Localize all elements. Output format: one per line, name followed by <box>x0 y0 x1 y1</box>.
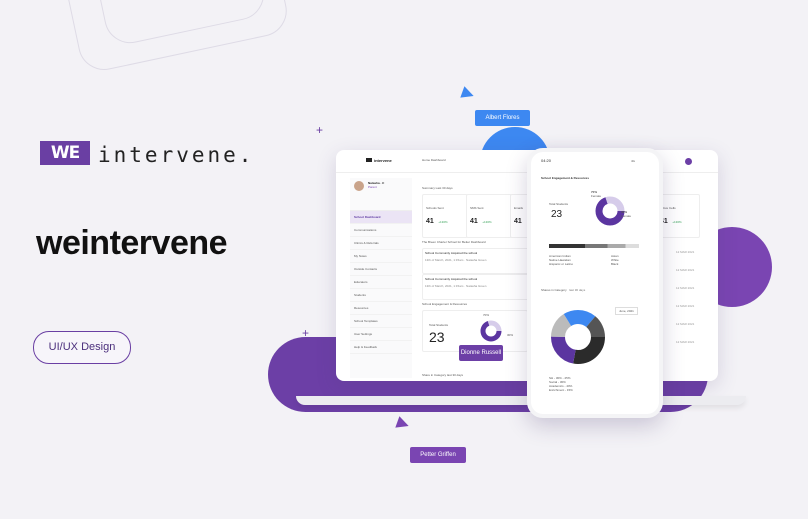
engagement-title: School Engagement & Resources <box>422 302 468 306</box>
avatar[interactable] <box>685 158 692 165</box>
sidebar-item-communications[interactable]: Communications <box>350 224 412 237</box>
logo-wordmark: intervene. <box>98 143 255 167</box>
collaborator-label-bottom: Petter Griffen <box>410 447 466 463</box>
laptop-sidebar: Natasha . C Parent School Dashboard Comm… <box>350 178 412 378</box>
phone-bar <box>549 244 639 248</box>
donut-label-a: 70% <box>483 313 490 317</box>
sidebar-item-notes[interactable]: My Notes <box>350 250 412 263</box>
brand-logo-icon: WE <box>40 141 90 165</box>
stat-delta: +130% <box>482 220 492 224</box>
legend-item: Black <box>611 262 619 266</box>
cursor-arrow-icon <box>460 86 476 102</box>
collaborator-label-middle: Dionne Russell <box>459 345 503 361</box>
user-avatar <box>354 181 364 191</box>
recent-item-title: School Community Acquired the school <box>425 251 478 255</box>
tag-button[interactable]: UI/UX Design <box>33 331 131 364</box>
sidebar-item-help[interactable]: Help & Feedback <box>350 341 412 354</box>
stat-value: 41 <box>470 218 478 225</box>
share-range[interactable]: last 30 days <box>569 288 585 292</box>
recent-item[interactable]: School Community Acquired the school 13t… <box>422 274 532 300</box>
sidebar-item-students[interactable]: Students <box>350 289 412 302</box>
stat-label: SMS Sent <box>470 206 484 210</box>
phone-legend: American Indian Asian Native Hawaiian Wh… <box>549 254 645 266</box>
row-date: 12 MAR 2021 <box>676 268 695 272</box>
sidebar-item-settings[interactable]: User Settings <box>350 328 412 341</box>
brand-name: weintervene <box>36 224 228 262</box>
phone-total-label: Total Students <box>549 202 569 206</box>
pie-legend: SH - 30% - 25% Social - 30% Academics - … <box>549 376 573 392</box>
row-date: 12 MAR 2021 <box>676 322 695 326</box>
row-date: 12 MAR 2021 <box>676 250 695 254</box>
plus-icon: + <box>302 326 310 340</box>
pie-legend-item: Enrichment - 15% <box>549 388 573 392</box>
row-date: 12 MAR 2021 <box>676 304 695 308</box>
donut-label-b: 30% <box>507 333 514 337</box>
collaborator-label-top: Albert Flores <box>475 110 530 126</box>
row-date: 12 MAR 2021 <box>676 340 695 344</box>
cursor-arrow-icon <box>395 416 411 432</box>
laptop-logo: intervene <box>366 158 392 163</box>
laptop-logo-text: intervene <box>374 158 392 163</box>
total-students-label: Total Students <box>429 323 449 327</box>
phone-section-title: School Engagement & Resources <box>541 176 590 180</box>
sidebar-item-school-dashboard[interactable]: School Dashboard <box>350 211 412 224</box>
plus-icon: + <box>316 123 324 137</box>
recent-item-date: 13th of March, 2021, 1:15am <box>425 284 464 288</box>
stat-delta: +130% <box>672 220 682 224</box>
sidebar-item-clinics[interactable]: Clinics & Referrals <box>350 237 412 250</box>
laptop-base <box>296 396 746 405</box>
sidebar-item-contacts[interactable]: Outside Contacts <box>350 263 412 276</box>
phone-donut-b-sub: Female <box>621 214 632 218</box>
date-badge: June, 2021 <box>615 307 638 315</box>
recent-item-date: 13th of March, 2021, 1:15am <box>425 258 464 262</box>
sidebar-item-templates[interactable]: School Templates <box>350 315 412 328</box>
summary-label[interactable]: Summary Last 30 days <box>422 186 453 190</box>
share-donut-chart <box>551 310 605 364</box>
total-students-value: 23 <box>429 329 445 345</box>
phone-signal: 4G <box>631 159 636 163</box>
stat-value: 41 <box>514 218 522 225</box>
phone-screen: 04:20 4G School Engagement & Resources T… <box>527 148 663 418</box>
legend-item: Hispanic or Latino <box>549 262 574 266</box>
stat-label: Active Cells <box>660 206 676 210</box>
share-title: Shares in Category last 30 days <box>541 288 585 292</box>
recent-item-title: School Community Acquired the school <box>425 277 478 281</box>
user-card[interactable]: Natasha . C Parent <box>350 178 412 211</box>
phone-donut-a-sub: Female <box>591 194 602 198</box>
shares-label[interactable]: Share in Category last 30 days <box>422 373 463 377</box>
breadcrumb[interactable]: Home Dashboard <box>422 158 446 162</box>
right-date-column: 12 MAR 2021 12 MAR 2021 12 MAR 2021 12 M… <box>676 250 694 358</box>
phone-total-value: 23 <box>551 209 563 220</box>
recent-title: The Breen Charter School for Better Dash… <box>422 240 486 244</box>
stat-card[interactable]: SMS Sent 41 +130% <box>466 194 512 238</box>
recent-item-author: Natasha Green <box>466 258 487 262</box>
stat-delta: +130% <box>438 220 448 224</box>
phone-time: 04:20 <box>541 158 552 163</box>
sidebar-item-educators[interactable]: Educators <box>350 276 412 289</box>
row-date: 12 MAR 2021 <box>676 286 695 290</box>
recent-item-author: Natasha Green <box>466 284 487 288</box>
stat-label: Schools Sent <box>426 206 444 210</box>
recent-item[interactable]: School Community Acquired the school 13t… <box>422 248 532 274</box>
stat-value: 41 <box>426 218 434 225</box>
share-title-text: Shares in Category <box>541 288 567 292</box>
sidebar-item-resources[interactable]: Resources <box>350 302 412 315</box>
engagement-donut <box>480 320 502 342</box>
stat-card[interactable]: Schools Sent 41 +130% <box>422 194 468 238</box>
